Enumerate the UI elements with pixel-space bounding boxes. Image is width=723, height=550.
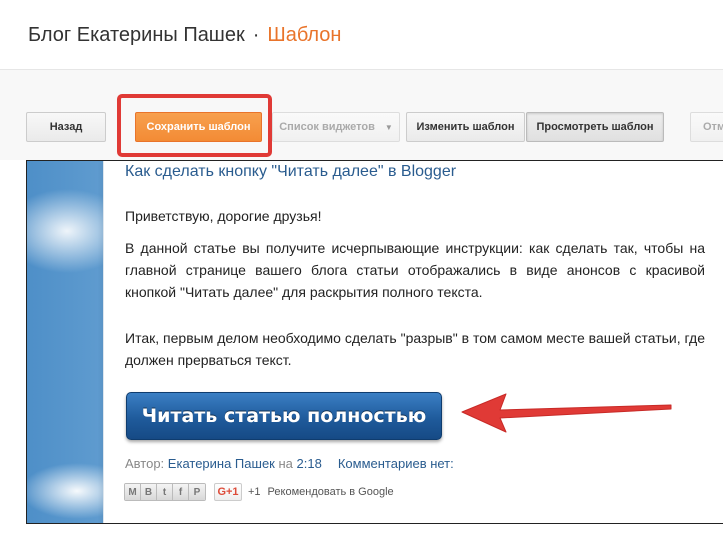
header: Блог Екатерины Пашек · Шаблон	[0, 0, 723, 70]
facebook-icon[interactable]: f	[173, 484, 189, 500]
arrow-pointer-icon	[461, 393, 672, 433]
chevron-down-icon: ▼	[384, 122, 393, 132]
post-greeting: Приветствую, дорогие друзья!	[125, 208, 322, 224]
blogthis-icon[interactable]: B	[141, 484, 157, 500]
post-title[interactable]: Как сделать кнопку "Читать далее" в Blog…	[125, 163, 456, 181]
widgets-list-dropdown[interactable]: Список виджетов ▼	[272, 112, 400, 142]
back-button[interactable]: Назад	[26, 112, 106, 142]
blog-name[interactable]: Блог Екатерины Пашек	[28, 24, 245, 46]
cancel-button[interactable]: Отм	[690, 112, 723, 142]
google-recommend-label: Рекомендовать в Google	[267, 486, 394, 498]
section-title: Шаблон	[267, 24, 342, 46]
comments-link[interactable]: Комментариев нет:	[338, 456, 454, 471]
post-time-link[interactable]: 2:18	[297, 456, 322, 471]
edit-template-button[interactable]: Изменить шаблон	[406, 112, 525, 142]
post-paragraph: Итак, первым делом необходимо сделать "р…	[125, 330, 705, 368]
post-content: Как сделать кнопку "Читать далее" в Blog…	[103, 161, 723, 523]
save-button-highlight	[117, 94, 272, 157]
author-link[interactable]: Екатерина Пашек	[168, 456, 275, 471]
google-plus-button[interactable]: G+1	[214, 483, 242, 501]
read-more-button[interactable]: Читать статью полностью	[126, 392, 442, 440]
header-separator: ·	[252, 24, 260, 46]
time-prefix: на	[278, 456, 293, 471]
author-prefix: Автор:	[125, 456, 165, 471]
pinterest-icon[interactable]: P	[189, 484, 205, 500]
view-template-button[interactable]: Просмотреть шаблон	[526, 112, 664, 142]
page: Блог Екатерины Пашек · Шаблон Назад Сохран…	[0, 0, 723, 550]
widgets-list-label: Список виджетов	[279, 121, 375, 133]
google-plus-count: +1	[248, 486, 261, 498]
post-paragraph: В данной статье вы получите исчерпывающи…	[125, 240, 705, 300]
share-bar: M B t f P G+1 +1 Рекомендовать в Google	[124, 483, 394, 501]
twitter-icon[interactable]: t	[157, 484, 173, 500]
email-icon[interactable]: M	[125, 484, 141, 500]
share-buttons: M B t f P	[124, 483, 206, 501]
header-title: Блог Екатерины Пашек · Шаблон	[28, 24, 341, 47]
template-preview: Как сделать кнопку "Читать далее" в Blog…	[26, 160, 723, 524]
post-meta: Автор: Екатерина Пашек на 2:18 Комментари…	[125, 456, 454, 471]
